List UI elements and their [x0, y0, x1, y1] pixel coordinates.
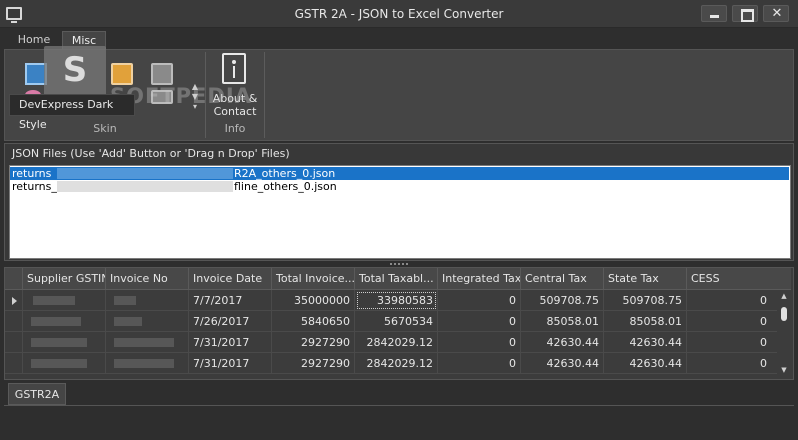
skin-gallery-item-office-gray-icon[interactable]	[151, 63, 173, 85]
invoice-no-cell[interactable]	[106, 311, 189, 332]
invoice-grid: Supplier GSTIN Invoice No Invoice Date T…	[4, 267, 794, 380]
total-taxable-cell[interactable]: 5670534	[355, 311, 438, 332]
invoice-date-cell[interactable]: 7/26/2017	[189, 311, 272, 332]
invoice-no-cell[interactable]	[106, 332, 189, 353]
row-indicator	[5, 332, 23, 353]
table-row[interactable]: 7/31/2017 2927290 2842029.12 0 42630.44 …	[5, 332, 777, 353]
supplier-gstin-cell[interactable]	[23, 353, 106, 374]
supplier-gstin-cell[interactable]	[23, 311, 106, 332]
invoice-date-cell[interactable]: 7/31/2017	[189, 332, 272, 353]
column-header[interactable]: CESS	[687, 268, 791, 290]
integrated-tax-cell[interactable]: 0	[438, 290, 521, 311]
close-button[interactable]: ✕	[763, 5, 789, 22]
supplier-gstin-cell[interactable]	[23, 290, 106, 311]
grid-header: Supplier GSTIN Invoice No Invoice Date T…	[5, 268, 791, 290]
blurred-text	[57, 168, 233, 179]
state-tax-cell[interactable]: 85058.01	[604, 311, 687, 332]
integrated-tax-cell[interactable]: 0	[438, 311, 521, 332]
file-name-suffix: R2A_others_0.json	[234, 167, 336, 180]
scroll-up-icon[interactable]: ▲	[777, 292, 791, 300]
integrated-tax-cell[interactable]: 0	[438, 332, 521, 353]
info-document-icon	[222, 53, 246, 84]
invoice-no-cell[interactable]	[106, 353, 189, 374]
row-indicator	[5, 353, 23, 374]
blurred-text	[57, 181, 233, 192]
column-header[interactable]: Total Taxabl...	[355, 268, 438, 290]
file-list-item[interactable]: returns R2A_others_0.json	[10, 167, 789, 180]
file-list-item[interactable]: returns_ fline_others_0.json	[10, 180, 789, 193]
skin-gallery-item-office-icon[interactable]	[111, 63, 133, 85]
column-header[interactable]: Invoice Date	[189, 268, 272, 290]
table-row[interactable]: 7/31/2017 2927290 2842029.12 0 42630.44 …	[5, 353, 777, 374]
json-files-panel: JSON Files (Use 'Add' Button or 'Drag n …	[4, 143, 794, 261]
file-name-prefix: returns	[12, 167, 52, 180]
file-name-suffix: fline_others_0.json	[234, 180, 337, 193]
column-header[interactable]: Supplier GSTIN	[23, 268, 106, 290]
window-title: GSTR 2A - JSON to Excel Converter	[294, 7, 504, 21]
grid-vertical-scrollbar[interactable]: ▲ ▼	[777, 290, 791, 379]
title-bar: GSTR 2A - JSON to Excel Converter ✕	[0, 0, 798, 28]
table-row[interactable]: 7/7/2017 35000000 33980583 0 509708.75 5…	[5, 290, 777, 311]
central-tax-cell[interactable]: 42630.44	[521, 353, 604, 374]
cess-cell[interactable]: 0	[687, 353, 771, 374]
info-group-label: Info	[224, 122, 246, 135]
state-tax-cell[interactable]: 42630.44	[604, 353, 687, 374]
column-header[interactable]: State Tax	[604, 268, 687, 290]
total-invoice-cell[interactable]: 2927290	[272, 332, 355, 353]
central-tax-cell[interactable]: 85058.01	[521, 311, 604, 332]
central-tax-cell[interactable]: 509708.75	[521, 290, 604, 311]
maximize-button[interactable]	[732, 5, 758, 22]
row-indicator	[5, 290, 23, 311]
column-header[interactable]: Total Invoice...	[272, 268, 355, 290]
column-header[interactable]: Central Tax	[521, 268, 604, 290]
cess-cell[interactable]: 0	[687, 332, 771, 353]
row-indicator-header	[5, 268, 23, 290]
total-taxable-cell[interactable]: 33980583	[355, 290, 438, 311]
softpedia-logo-icon: S	[44, 46, 106, 98]
column-header[interactable]: Integrated Tax	[438, 268, 521, 290]
total-invoice-cell[interactable]: 5840650	[272, 311, 355, 332]
invoice-no-cell[interactable]	[106, 290, 189, 311]
scroll-down-icon[interactable]: ▼	[777, 366, 791, 374]
integrated-tax-cell[interactable]: 0	[438, 353, 521, 374]
bottom-tab-area	[4, 405, 794, 437]
minimize-button[interactable]	[701, 5, 727, 22]
state-tax-cell[interactable]: 42630.44	[604, 332, 687, 353]
invoice-date-cell[interactable]: 7/31/2017	[189, 353, 272, 374]
row-indicator-icon	[12, 297, 17, 305]
supplier-gstin-cell[interactable]	[23, 332, 106, 353]
group-separator	[264, 52, 265, 138]
json-files-title: JSON Files (Use 'Add' Button or 'Drag n …	[12, 147, 290, 160]
row-indicator	[5, 311, 23, 332]
json-files-list[interactable]: returns R2A_others_0.json returns_ fline…	[9, 165, 791, 259]
ribbon-tabs: Home Misc	[0, 29, 798, 49]
column-header[interactable]: Invoice No	[106, 268, 189, 290]
scroll-thumb[interactable]	[781, 307, 787, 321]
state-tax-cell[interactable]: 509708.75	[604, 290, 687, 311]
file-name-prefix: returns_	[12, 180, 57, 193]
close-icon: ✕	[771, 6, 783, 21]
table-row[interactable]: 7/26/2017 5840650 5670534 0 85058.01 850…	[5, 311, 777, 332]
tab-gstr2a[interactable]: GSTR2A	[8, 383, 66, 405]
invoice-date-cell[interactable]: 7/7/2017	[189, 290, 272, 311]
total-invoice-cell[interactable]: 2927290	[272, 353, 355, 374]
total-taxable-cell[interactable]: 2842029.12	[355, 353, 438, 374]
total-invoice-cell[interactable]: 35000000	[272, 290, 355, 311]
cess-cell[interactable]: 0	[687, 290, 771, 311]
skin-tooltip: DevExpress Dark Style	[9, 94, 135, 131]
total-taxable-cell[interactable]: 2842029.12	[355, 332, 438, 353]
central-tax-cell[interactable]: 42630.44	[521, 332, 604, 353]
splitter-handle[interactable]	[390, 263, 408, 265]
cess-cell[interactable]: 0	[687, 311, 771, 332]
